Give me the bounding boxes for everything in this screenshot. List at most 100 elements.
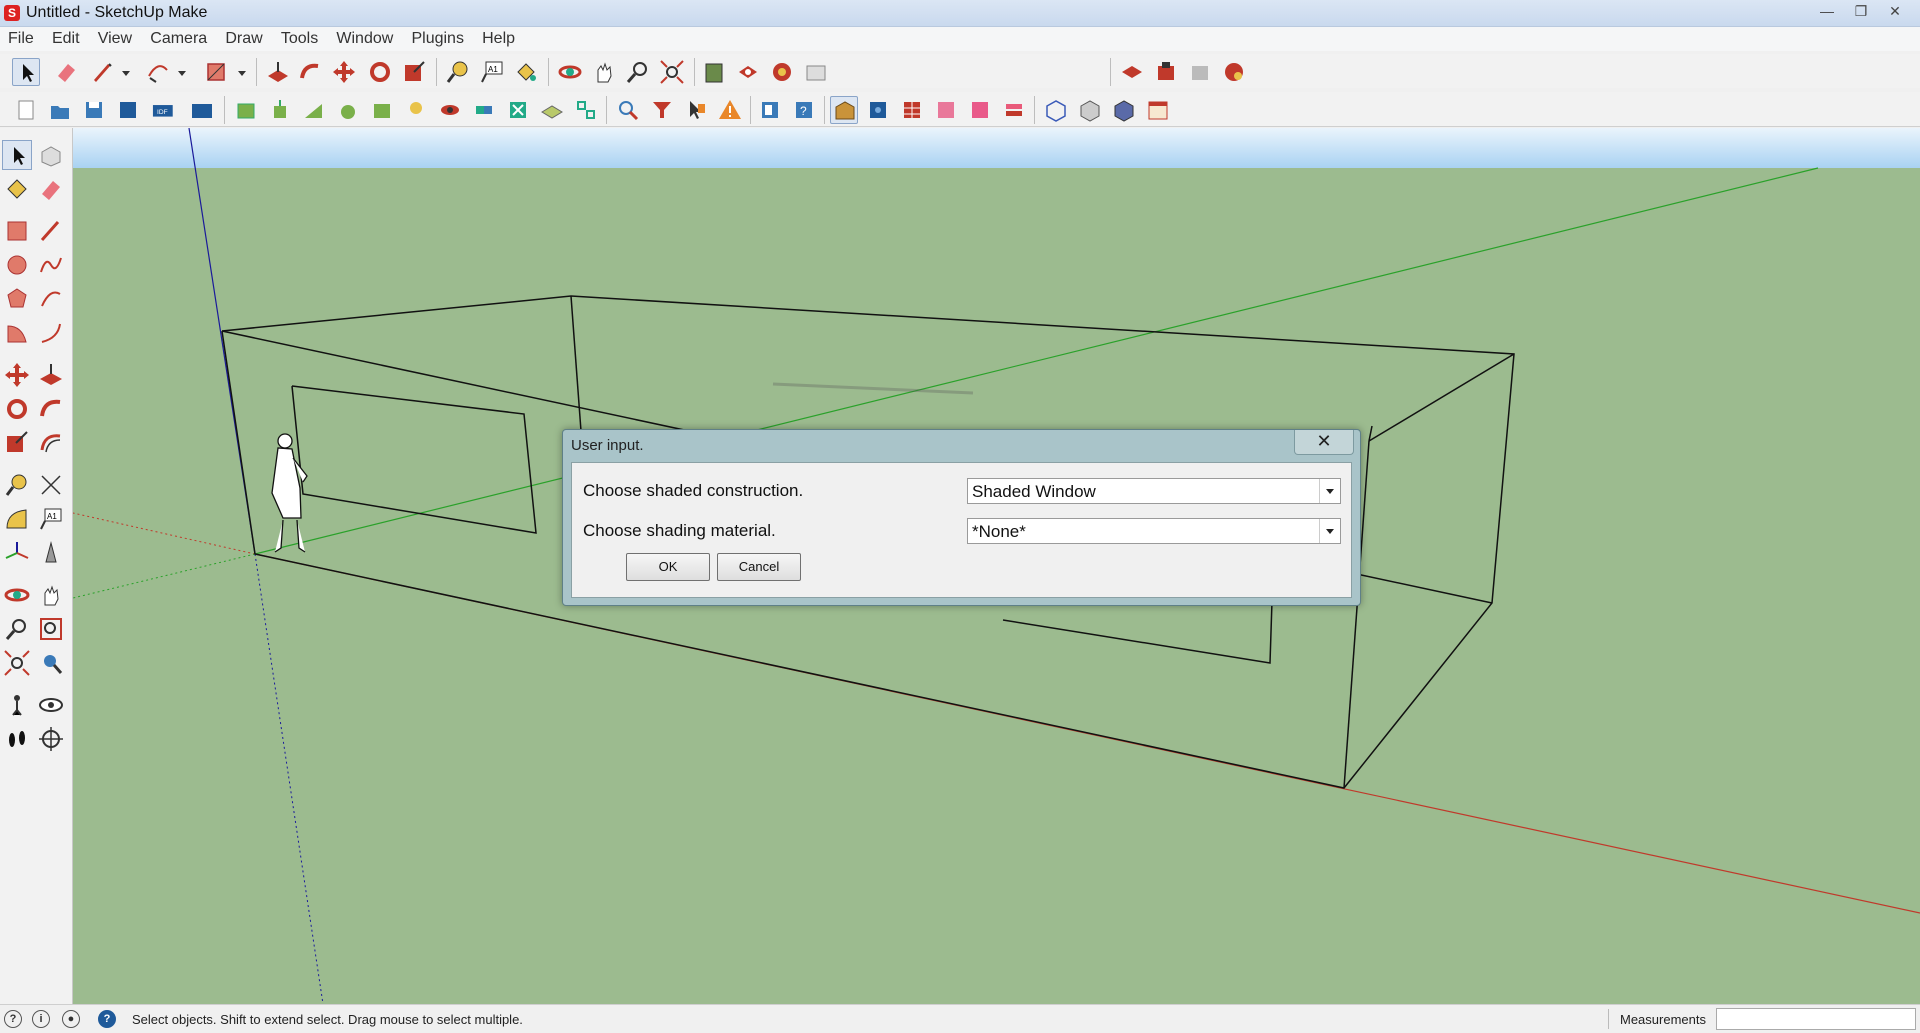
rectangle-dropdown-icon[interactable] bbox=[228, 58, 246, 86]
help-icon[interactable]: ? bbox=[790, 96, 818, 124]
text-tool-icon[interactable]: A1 bbox=[478, 58, 506, 86]
orbit-icon[interactable] bbox=[2, 580, 32, 610]
render-by-boundary-icon[interactable] bbox=[864, 96, 892, 124]
follow-me-tool-icon[interactable] bbox=[296, 58, 324, 86]
zoom-extents-left-icon[interactable] bbox=[2, 648, 32, 678]
open-model-icon[interactable] bbox=[46, 96, 74, 124]
menu-help[interactable]: Help bbox=[475, 27, 522, 51]
zoom-extents-icon[interactable] bbox=[658, 58, 686, 86]
walk-icon[interactable] bbox=[2, 724, 32, 754]
save-as-icon[interactable] bbox=[114, 96, 142, 124]
save-model-icon[interactable] bbox=[80, 96, 108, 124]
pan-tool-icon[interactable] bbox=[590, 58, 618, 86]
offset-icon[interactable] bbox=[36, 428, 66, 458]
pie-icon[interactable] bbox=[2, 318, 32, 348]
push-pull-tool-icon[interactable] bbox=[264, 58, 292, 86]
position-camera-icon[interactable] bbox=[2, 690, 32, 720]
wireframe-icon[interactable] bbox=[1076, 96, 1104, 124]
measurements-input[interactable] bbox=[1716, 1008, 1916, 1030]
arc-icon[interactable] bbox=[36, 284, 66, 314]
get-models-icon[interactable] bbox=[734, 58, 762, 86]
rectangle-icon[interactable] bbox=[2, 216, 32, 246]
new-subsurface-icon[interactable] bbox=[334, 96, 362, 124]
new-glare-sensor-icon[interactable] bbox=[436, 96, 464, 124]
construction-select[interactable]: Shaded Window bbox=[967, 478, 1341, 504]
protractor-icon[interactable] bbox=[2, 504, 32, 534]
warehouse-icon[interactable] bbox=[700, 58, 728, 86]
material-select[interactable]: *None* bbox=[967, 518, 1341, 544]
menu-camera[interactable]: Camera bbox=[143, 27, 214, 51]
new-model-icon[interactable] bbox=[12, 96, 40, 124]
move-icon[interactable] bbox=[2, 360, 32, 390]
arc-dropdown-icon[interactable] bbox=[168, 58, 186, 86]
new-illuminance-map-icon[interactable] bbox=[368, 96, 396, 124]
new-surface-icon[interactable] bbox=[300, 96, 328, 124]
circle-icon[interactable] bbox=[2, 250, 32, 280]
surface-matching-icon[interactable] bbox=[470, 96, 498, 124]
menu-tools[interactable]: Tools bbox=[274, 27, 325, 51]
orbit-tool-icon[interactable] bbox=[556, 58, 584, 86]
pan-icon[interactable] bbox=[36, 580, 66, 610]
chevron-down-icon[interactable] bbox=[1319, 519, 1340, 543]
menu-edit[interactable]: Edit bbox=[45, 27, 87, 51]
ok-button[interactable]: OK bbox=[626, 553, 710, 581]
rectangle-tool-icon[interactable] bbox=[202, 58, 230, 86]
push-pull-icon[interactable] bbox=[36, 360, 66, 390]
axes-icon[interactable] bbox=[2, 538, 32, 568]
section-plane-icon[interactable] bbox=[36, 724, 66, 754]
share-model-icon[interactable] bbox=[768, 58, 796, 86]
follow-me-icon[interactable] bbox=[36, 394, 66, 424]
chevron-down-icon[interactable] bbox=[1319, 479, 1340, 503]
tape-measure-icon[interactable] bbox=[444, 58, 472, 86]
tape-measure-left-icon[interactable] bbox=[2, 470, 32, 500]
eraser-tool-icon[interactable] bbox=[52, 58, 80, 86]
move-tool-icon[interactable] bbox=[330, 58, 358, 86]
cancel-button[interactable]: Cancel bbox=[717, 553, 801, 581]
plugin-red-icon-1[interactable] bbox=[1118, 58, 1146, 86]
render-by-space-type-icon[interactable] bbox=[932, 96, 960, 124]
project-loose-geometry-icon[interactable] bbox=[538, 96, 566, 124]
polygon-icon[interactable] bbox=[2, 284, 32, 314]
credits-icon[interactable]: i bbox=[32, 1010, 50, 1028]
new-shading-group-icon[interactable] bbox=[266, 96, 294, 124]
warning-icon[interactable] bbox=[716, 96, 744, 124]
select-arrow-icon[interactable] bbox=[2, 140, 32, 170]
menu-plugins[interactable]: Plugins bbox=[404, 27, 470, 51]
rotate-tool-icon[interactable] bbox=[366, 58, 394, 86]
rotate-icon[interactable] bbox=[2, 394, 32, 424]
plugin-red-icon-2[interactable] bbox=[1152, 58, 1180, 86]
xray-icon[interactable] bbox=[1042, 96, 1070, 124]
info-tool-icon[interactable] bbox=[682, 96, 710, 124]
extension-warehouse-icon[interactable] bbox=[802, 58, 830, 86]
scale-icon[interactable] bbox=[2, 428, 32, 458]
instructor-help-icon[interactable]: ? bbox=[98, 1010, 116, 1028]
zoom-icon[interactable] bbox=[2, 614, 32, 644]
plugin-gray-icon[interactable] bbox=[1186, 58, 1214, 86]
search-icon[interactable] bbox=[614, 96, 642, 124]
three-point-arc-icon[interactable] bbox=[36, 318, 66, 348]
import-idf-icon[interactable]: IDF bbox=[148, 96, 182, 124]
calendar-icon[interactable] bbox=[1144, 96, 1172, 124]
surface-grid-icon[interactable] bbox=[572, 96, 600, 124]
paint-bucket-icon[interactable] bbox=[512, 58, 540, 86]
render-by-construction-icon[interactable] bbox=[898, 96, 926, 124]
shaded-icon[interactable] bbox=[1110, 96, 1138, 124]
new-space-icon[interactable] bbox=[232, 96, 260, 124]
paint-icon[interactable] bbox=[2, 174, 32, 204]
menu-view[interactable]: View bbox=[91, 27, 139, 51]
dimension-icon[interactable] bbox=[36, 470, 66, 500]
freehand-icon[interactable] bbox=[36, 250, 66, 280]
user-icon[interactable]: ● bbox=[62, 1010, 80, 1028]
eraser-icon[interactable] bbox=[36, 174, 66, 204]
close-window-button[interactable]: ✕ bbox=[1878, 0, 1912, 22]
menu-file[interactable]: File bbox=[0, 27, 41, 51]
render-by-thermal-zone-icon[interactable] bbox=[966, 96, 994, 124]
dialog-close-button[interactable]: ✕ bbox=[1294, 430, 1354, 455]
pencil-dropdown-icon[interactable] bbox=[112, 58, 130, 86]
3d-text-icon[interactable] bbox=[36, 538, 66, 568]
render-by-class-icon[interactable] bbox=[830, 96, 858, 124]
minimize-button[interactable]: — bbox=[1810, 0, 1844, 22]
previous-view-icon[interactable] bbox=[36, 648, 66, 678]
new-daylighting-icon[interactable] bbox=[402, 96, 430, 124]
select-tool-icon[interactable] bbox=[12, 58, 40, 86]
